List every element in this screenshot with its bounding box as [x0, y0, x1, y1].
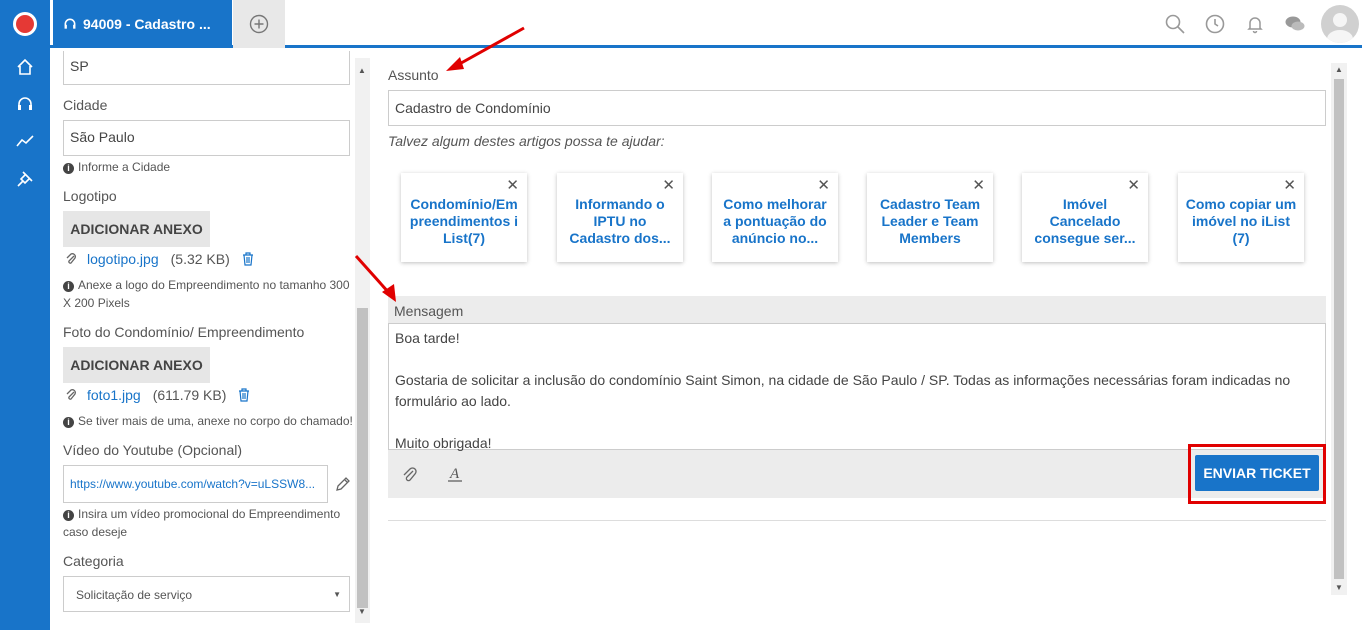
attach-icon[interactable]: [398, 463, 420, 485]
chevron-down-icon: ▼: [333, 590, 341, 599]
message-line: [395, 412, 1319, 433]
send-ticket-highlight: ENVIAR TICKET: [1188, 444, 1326, 504]
plus-circle-icon: [249, 14, 269, 34]
send-ticket-button[interactable]: ENVIAR TICKET: [1195, 455, 1319, 491]
article-card[interactable]: ✕ Informando o IPTU no Cadastro dos...: [557, 173, 683, 262]
add-tab-button[interactable]: [233, 0, 285, 48]
scroll-up-icon[interactable]: ▲: [1335, 65, 1343, 74]
add-photo-attachment-button[interactable]: ADICIONAR ANEXO: [63, 347, 210, 383]
svg-text:A: A: [449, 466, 460, 482]
pencil-icon[interactable]: [335, 476, 351, 492]
video-hint: i Insira um vídeo promocional do Empreend…: [63, 507, 341, 539]
article-title[interactable]: Cadastro Team Leader e Team Members: [873, 196, 987, 247]
tab-ticket[interactable]: 94009 - Cadastro ...: [53, 0, 232, 48]
close-icon[interactable]: ✕: [506, 176, 519, 194]
article-title[interactable]: Como melhorar a pontuação do anúncio no.…: [718, 196, 832, 247]
photo-label: Foto do Condomínio/ Empreendimento: [63, 324, 305, 340]
annotation-arrow: [446, 26, 525, 71]
category-select[interactable]: Solicitação de serviço ▼: [63, 576, 350, 612]
paperclip-icon: [66, 253, 76, 264]
info-icon: i: [63, 510, 74, 521]
pin-icon[interactable]: [13, 167, 37, 191]
article-title[interactable]: Imóvel Cancelado consegue ser...: [1028, 196, 1142, 247]
left-scrollbar-thumb[interactable]: [357, 308, 368, 608]
city-field[interactable]: São Paulo: [63, 120, 350, 156]
scroll-down-icon[interactable]: ▼: [358, 607, 366, 616]
add-logo-attachment-button[interactable]: ADICIONAR ANEXO: [63, 211, 210, 247]
app-rail: [0, 0, 50, 630]
subject-label: Assunto: [388, 67, 439, 83]
state-field[interactable]: SP: [63, 51, 350, 85]
article-title[interactable]: Condomínio/Empreendimentos iList(7): [407, 196, 521, 247]
logo-hint: i Anexe a logo do Empreendimento no taman…: [63, 278, 350, 310]
headset-icon: [64, 18, 76, 29]
subject-field[interactable]: Cadastro de Condomínio: [388, 90, 1326, 126]
video-url-field[interactable]: https://www.youtube.com/watch?v=uLSSW8..…: [63, 465, 328, 503]
article-title[interactable]: Informando o IPTU no Cadastro dos...: [563, 196, 677, 247]
user-avatar[interactable]: [1321, 5, 1359, 43]
trash-icon[interactable]: [238, 388, 250, 402]
city-hint: i Informe a Cidade: [63, 158, 353, 176]
scroll-down-icon[interactable]: ▼: [1335, 583, 1343, 592]
category-label: Categoria: [63, 553, 124, 569]
info-icon: i: [63, 417, 74, 428]
category-selected-value: Solicitação de serviço: [76, 588, 193, 602]
text-format-icon[interactable]: A: [444, 463, 466, 485]
home-icon[interactable]: [13, 55, 37, 79]
close-icon[interactable]: ✕: [1127, 176, 1140, 194]
chat-icon[interactable]: [1275, 0, 1315, 48]
close-icon[interactable]: ✕: [817, 176, 830, 194]
annotation-arrow: [354, 254, 396, 302]
article-card[interactable]: ✕ Condomínio/Empreendimentos iList(7): [401, 173, 527, 262]
top-bar: 94009 - Cadastro ...: [50, 0, 1362, 48]
photo-file-size: (611.79 KB): [152, 387, 227, 403]
city-label: Cidade: [63, 97, 108, 113]
message-line: [395, 349, 1319, 370]
tab-title: 94009 - Cadastro ...: [83, 16, 211, 32]
paperclip-icon: [66, 389, 76, 400]
brand-logo[interactable]: [13, 12, 37, 36]
bell-icon[interactable]: [1235, 0, 1275, 48]
message-line: Boa tarde!: [395, 330, 460, 346]
article-title[interactable]: Como copiar um imóvel no iList (7): [1184, 196, 1298, 247]
divider: [388, 520, 1326, 521]
scroll-up-icon[interactable]: ▲: [358, 66, 366, 75]
photo-hint: i Se tiver mais de uma, anexe no corpo do…: [63, 412, 353, 430]
article-card[interactable]: ✕ Cadastro Team Leader e Team Members: [867, 173, 993, 262]
photo-file-row: foto1.jpg (611.79 KB): [65, 387, 250, 403]
message-line: Muito obrigada!: [395, 435, 492, 451]
ticket-main-panel: Assunto Cadastro de Condomínio Talvez al…: [372, 51, 1362, 630]
close-icon[interactable]: ✕: [1283, 176, 1296, 194]
article-card[interactable]: ✕ Como copiar um imóvel no iList (7): [1178, 173, 1304, 262]
close-icon[interactable]: ✕: [662, 176, 675, 194]
article-card[interactable]: ✕ Imóvel Cancelado consegue ser...: [1022, 173, 1148, 262]
article-card[interactable]: ✕ Como melhorar a pontuação do anúncio n…: [712, 173, 838, 262]
logo-label: Logotipo: [63, 188, 117, 204]
trash-icon[interactable]: [242, 252, 254, 266]
logo-file-link[interactable]: logotipo.jpg: [87, 251, 159, 267]
main-scrollbar-thumb[interactable]: [1334, 79, 1344, 579]
message-line: Gostaria de solicitar a inclusão do cond…: [395, 372, 1291, 409]
chart-line-icon[interactable]: [13, 129, 37, 153]
headset-icon[interactable]: [13, 92, 37, 116]
logo-file-row: logotipo.jpg (5.32 KB): [65, 251, 254, 267]
logo-file-size: (5.32 KB): [170, 251, 230, 267]
ticket-form-panel: SP Cidade São Paulo i Informe a Cidade Lo…: [50, 51, 372, 630]
photo-file-link[interactable]: foto1.jpg: [87, 387, 141, 403]
close-icon[interactable]: ✕: [972, 176, 985, 194]
search-icon[interactable]: [1155, 0, 1195, 48]
message-textarea[interactable]: Boa tarde! Gostaria de solicitar a inclu…: [388, 323, 1326, 451]
left-scrollbar[interactable]: ▲ ▼: [355, 58, 370, 623]
main-scrollbar[interactable]: ▲ ▼: [1331, 63, 1347, 595]
clock-icon[interactable]: [1195, 0, 1235, 48]
info-icon: i: [63, 163, 74, 174]
info-icon: i: [63, 281, 74, 292]
video-label: Vídeo do Youtube (Opcional): [63, 442, 243, 458]
message-editor: Mensagem Boa tarde! Gostaria de solicita…: [388, 296, 1326, 498]
suggested-articles-text: Talvez algum destes artigos possa te aju…: [388, 133, 665, 149]
